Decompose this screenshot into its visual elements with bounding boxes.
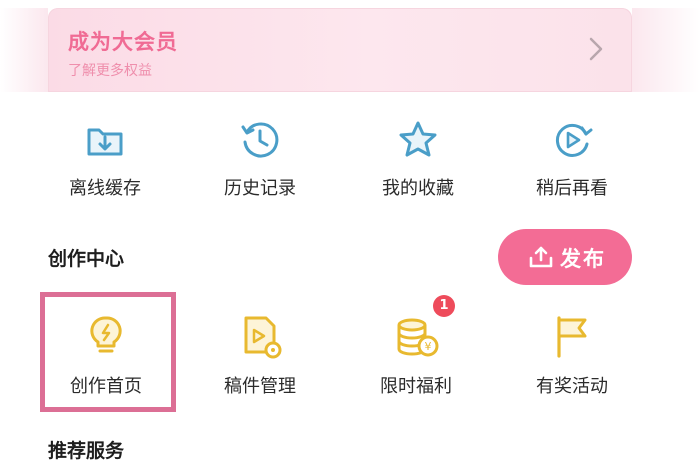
creation-item-welfare[interactable]: ¥ 限时福利 — [346, 292, 486, 418]
vip-title: 成为大会员 — [68, 30, 178, 54]
history-clock-icon — [241, 122, 279, 158]
quick-action-offline-cache[interactable]: 离线缓存 — [35, 110, 175, 210]
quick-action-label: 离线缓存 — [69, 178, 141, 199]
quick-action-label: 我的收藏 — [382, 178, 454, 199]
vip-banner-bg-left — [0, 8, 48, 92]
creation-item-manuscripts[interactable]: 稿件管理 — [190, 292, 330, 418]
recommended-services-title: 推荐服务 — [48, 440, 125, 462]
flag-icon — [557, 316, 587, 358]
notification-badge: 1 — [433, 295, 455, 317]
quick-actions-row: 离线缓存 历史记录 我的收藏 稍后再看 — [0, 110, 700, 210]
vip-banner[interactable]: 成为大会员 了解更多权益 — [48, 8, 632, 92]
highlight-frame — [40, 292, 176, 412]
creation-item-events[interactable]: 有奖活动 — [502, 292, 642, 418]
vip-subtitle: 了解更多权益 — [68, 63, 152, 79]
quick-action-watch-later[interactable]: 稍后再看 — [502, 110, 642, 210]
star-icon — [399, 121, 437, 157]
download-folder-icon — [87, 128, 123, 156]
quick-action-label: 历史记录 — [224, 178, 296, 199]
quick-action-label: 稍后再看 — [536, 178, 608, 199]
watch-later-icon — [555, 123, 593, 157]
quick-action-history[interactable]: 历史记录 — [190, 110, 330, 210]
coins-icon: ¥ — [397, 318, 439, 357]
chevron-right-icon — [589, 37, 603, 61]
creation-item-label: 稿件管理 — [224, 376, 296, 397]
vip-banner-bg-right — [632, 8, 700, 92]
creation-center-title: 创作中心 — [48, 248, 125, 270]
manuscript-icon — [244, 316, 282, 359]
publish-label: 发布 — [560, 247, 606, 271]
quick-action-favorites[interactable]: 我的收藏 — [348, 110, 488, 210]
publish-button[interactable]: 发布 — [498, 229, 632, 285]
creation-item-label: 有奖活动 — [536, 376, 608, 397]
upload-icon — [529, 246, 553, 268]
svg-text:¥: ¥ — [425, 340, 432, 353]
creation-item-label: 限时福利 — [380, 376, 452, 397]
